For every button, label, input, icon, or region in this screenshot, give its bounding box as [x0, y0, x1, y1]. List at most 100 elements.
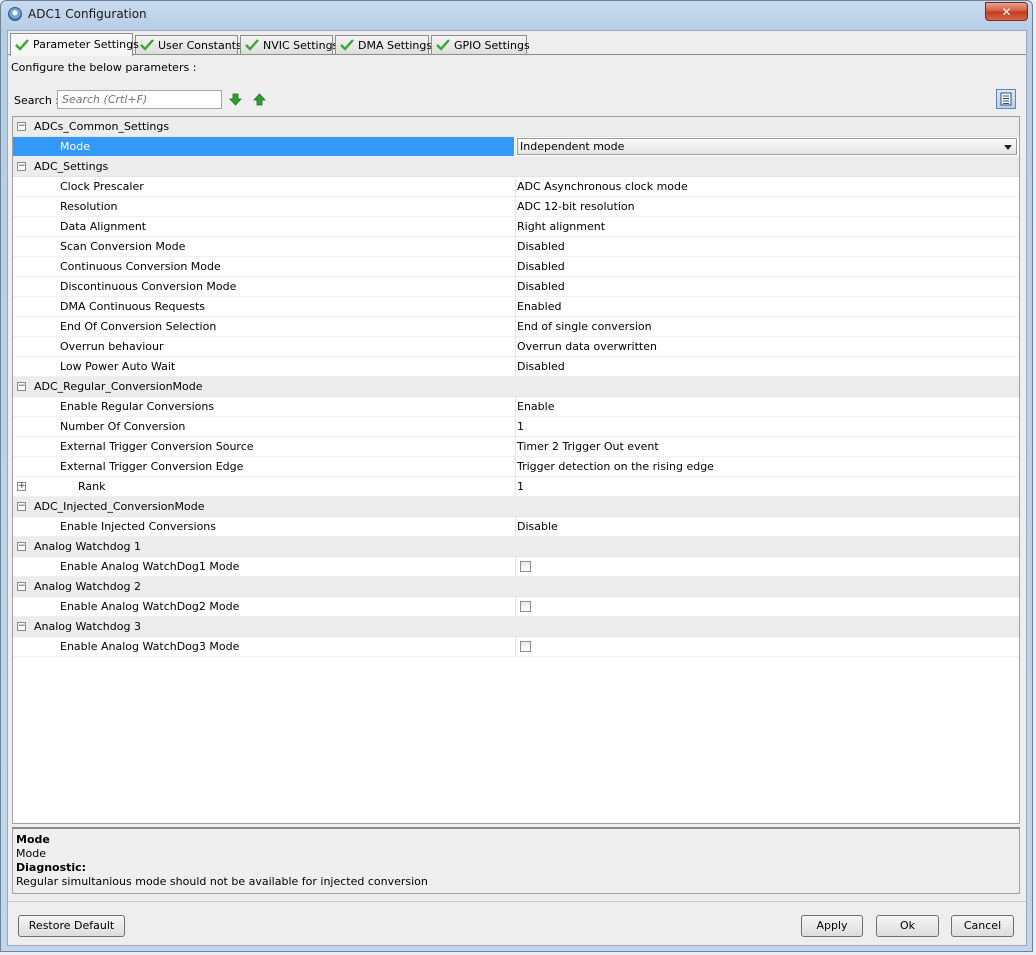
property-value[interactable]: Disabled	[517, 260, 565, 273]
property-group[interactable]: − ADC_Injected_ConversionMode	[13, 497, 1019, 517]
property-checkbox[interactable]	[520, 601, 531, 612]
apply-button[interactable]: Apply	[801, 915, 863, 937]
property-row[interactable]: + Rank 1	[13, 477, 1019, 497]
dialog-content: Parameter Settings User Constants NVIC S…	[7, 30, 1027, 946]
property-name: Enable Regular Conversions	[60, 400, 215, 413]
arrow-down-icon[interactable]	[229, 93, 242, 106]
collapse-icon[interactable]: −	[17, 502, 26, 511]
property-value[interactable]: ADC 12-bit resolution	[517, 200, 635, 213]
property-row[interactable]: External Trigger Conversion Edge Trigger …	[13, 457, 1019, 477]
property-row[interactable]: External Trigger Conversion Source Timer …	[13, 437, 1019, 457]
property-row[interactable]: Data Alignment Right alignment	[13, 217, 1019, 237]
column-divider	[515, 637, 516, 656]
property-name: Data Alignment	[60, 220, 147, 233]
property-row[interactable]: Mode Independent mode	[13, 137, 1019, 157]
collapse-icon[interactable]: −	[17, 122, 26, 131]
property-value[interactable]: 1	[517, 480, 524, 493]
tab-label: User Constants	[158, 39, 242, 52]
property-row[interactable]: Enable Analog WatchDog2 Mode	[13, 597, 1019, 617]
property-name-cell: External Trigger Conversion Source	[13, 437, 514, 456]
property-value[interactable]: Disabled	[517, 360, 565, 373]
expand-icon[interactable]: +	[17, 482, 26, 491]
column-divider	[515, 477, 516, 496]
property-name-cell: Continuous Conversion Mode	[13, 257, 514, 276]
tab-user-constants[interactable]: User Constants	[135, 35, 242, 55]
property-value[interactable]: Trigger detection on the rising edge	[517, 460, 714, 473]
property-name: External Trigger Conversion Source	[60, 440, 254, 453]
check-icon	[140, 39, 154, 51]
property-value[interactable]: Disable	[517, 520, 558, 533]
property-checkbox[interactable]	[520, 561, 531, 572]
property-row[interactable]: Clock Prescaler ADC Asynchronous clock mo…	[13, 177, 1019, 197]
property-value[interactable]: Enabled	[517, 300, 561, 313]
property-row[interactable]: End Of Conversion Selection End of single…	[13, 317, 1019, 337]
property-row[interactable]: Low Power Auto Wait Disabled	[13, 357, 1019, 377]
search-input[interactable]	[57, 90, 222, 109]
property-group[interactable]: − Analog Watchdog 3	[13, 617, 1019, 637]
title-bar[interactable]: ADC1 Configuration ✕	[1, 1, 1032, 29]
property-name-cell: Clock Prescaler	[13, 177, 514, 196]
check-icon	[245, 39, 259, 51]
property-name: Number Of Conversion	[60, 420, 186, 433]
tab-dma-settings[interactable]: DMA Settings	[335, 35, 432, 55]
tab-nvic-settings[interactable]: NVIC Settings	[240, 35, 338, 55]
property-name-cell: Enable Regular Conversions	[13, 397, 514, 416]
property-row[interactable]: Discontinuous Conversion Mode Disabled	[13, 277, 1019, 297]
property-row[interactable]: Enable Regular Conversions Enable	[13, 397, 1019, 417]
footer-separator	[8, 901, 1026, 902]
tab-label: NVIC Settings	[263, 39, 339, 52]
property-value[interactable]: End of single conversion	[517, 320, 652, 333]
collapse-icon[interactable]: −	[17, 542, 26, 551]
property-name-cell: Enable Analog WatchDog1 Mode	[13, 557, 514, 576]
property-value[interactable]: Disabled	[517, 240, 565, 253]
property-name: Resolution	[60, 200, 118, 213]
property-checkbox[interactable]	[520, 641, 531, 652]
property-group[interactable]: − Analog Watchdog 1	[13, 537, 1019, 557]
collapse-icon[interactable]: −	[17, 622, 26, 631]
close-button[interactable]: ✕	[985, 2, 1028, 21]
property-row[interactable]: Enable Analog WatchDog1 Mode	[13, 557, 1019, 577]
restore-default-button[interactable]: Restore Default	[18, 915, 125, 937]
property-row[interactable]: Overrun behaviour Overrun data overwritte…	[13, 337, 1019, 357]
property-row[interactable]: Enable Injected Conversions Disable	[13, 517, 1019, 537]
property-row[interactable]: Enable Analog WatchDog3 Mode	[13, 637, 1019, 657]
property-value[interactable]: Right alignment	[517, 220, 605, 233]
property-row[interactable]: Scan Conversion Mode Disabled	[13, 237, 1019, 257]
ok-button[interactable]: Ok	[876, 915, 939, 937]
property-group[interactable]: − ADC_Settings	[13, 157, 1019, 177]
arrow-up-icon[interactable]	[253, 93, 266, 106]
chevron-down-icon	[1004, 145, 1012, 150]
property-group[interactable]: − ADC_Regular_ConversionMode	[13, 377, 1019, 397]
property-value[interactable]: Timer 2 Trigger Out event	[517, 440, 659, 453]
search-label: Search :	[14, 94, 59, 107]
property-name-cell: Enable Analog WatchDog2 Mode	[13, 597, 514, 616]
collapse-icon[interactable]: −	[17, 582, 26, 591]
property-row[interactable]: DMA Continuous Requests Enabled	[13, 297, 1019, 317]
configure-label: Configure the below parameters :	[11, 61, 197, 74]
property-name: Continuous Conversion Mode	[60, 260, 221, 273]
property-row[interactable]: Number Of Conversion 1	[13, 417, 1019, 437]
mode-select[interactable]: Independent mode	[517, 138, 1017, 155]
column-divider	[515, 317, 516, 336]
collapse-icon[interactable]: −	[17, 162, 26, 171]
property-name: Rank	[78, 480, 106, 493]
property-value[interactable]: Enable	[517, 400, 554, 413]
property-row[interactable]: Continuous Conversion Mode Disabled	[13, 257, 1019, 277]
property-row[interactable]: Resolution ADC 12-bit resolution	[13, 197, 1019, 217]
tab-strip-line	[8, 54, 1026, 55]
property-value[interactable]: Overrun data overwritten	[517, 340, 657, 353]
property-value[interactable]: 1	[517, 420, 524, 433]
tab-gpio-settings[interactable]: GPIO Settings	[431, 35, 530, 55]
collapse-icon[interactable]: −	[17, 382, 26, 391]
property-group[interactable]: − ADCs_Common_Settings	[13, 117, 1019, 137]
property-value[interactable]: ADC Asynchronous clock mode	[517, 180, 688, 193]
property-name-cell: Enable Analog WatchDog3 Mode	[13, 637, 514, 656]
property-name: Overrun behaviour	[60, 340, 164, 353]
column-divider	[515, 197, 516, 216]
cancel-button[interactable]: Cancel	[951, 915, 1014, 937]
view-toggle-button[interactable]	[996, 89, 1016, 109]
tab-parameter-settings[interactable]: Parameter Settings	[10, 33, 139, 56]
property-name-cell: Data Alignment	[13, 217, 514, 236]
property-group[interactable]: − Analog Watchdog 2	[13, 577, 1019, 597]
property-value[interactable]: Disabled	[517, 280, 565, 293]
